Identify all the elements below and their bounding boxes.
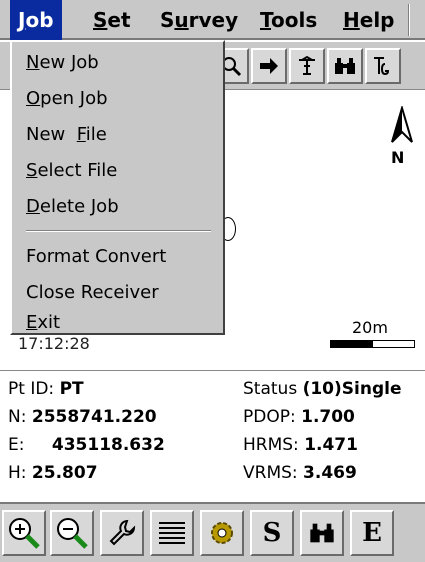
menu-tools-key: T [260, 8, 271, 32]
s-button[interactable]: S [250, 510, 294, 556]
menu-set[interactable]: Set [85, 0, 139, 40]
scale-bar [330, 340, 415, 348]
s-button-label: S [262, 518, 282, 548]
menu-tools-label: ools [271, 8, 318, 32]
menu-survey-pre: S [160, 8, 175, 32]
menu-tools[interactable]: Tools [252, 0, 325, 40]
menu-set-label: et [107, 8, 131, 32]
northing-value: 2558741.220 [31, 407, 157, 427]
menu-new-job-key: N [26, 52, 40, 73]
vrms-row: VRMS: 3.469 [243, 463, 357, 483]
vrms-value: 3.469 [303, 463, 357, 483]
binoculars-icon[interactable] [327, 48, 363, 84]
list-icon[interactable] [150, 510, 194, 556]
pt-id-row: Pt ID: PT [8, 379, 84, 399]
northing-label: N: [8, 407, 27, 427]
binoculars-icon[interactable] [300, 510, 344, 556]
menu-set-key: S [93, 8, 108, 32]
menu-exit[interactable]: Exit [26, 312, 60, 333]
pdop-label: PDOP: [243, 407, 296, 427]
menu-format-convert-label: Format Convert [26, 246, 167, 267]
menu-new-file[interactable]: New File [26, 124, 107, 145]
menu-survey-key: u [174, 8, 189, 32]
menu-exit-key: E [26, 312, 38, 333]
menu-format-convert[interactable]: Format Convert [26, 246, 166, 267]
menu-new-file-key: F [76, 124, 86, 145]
bottom-toolbar: S E [0, 502, 425, 562]
job-menu: New Job Open Job New File Select File De… [10, 40, 225, 335]
hrms-label: HRMS: [243, 435, 299, 455]
wrench-icon[interactable] [100, 510, 144, 556]
pdop-row: PDOP: 1.700 [243, 407, 355, 427]
menu-close-receiver[interactable]: Close Receiver [26, 282, 159, 303]
height-row: H: 25.807 [8, 463, 98, 483]
menu-help[interactable]: Help [335, 0, 403, 40]
arrow-right-icon[interactable] [251, 48, 287, 84]
vrms-label: VRMS: [243, 463, 298, 483]
menu-open-job[interactable]: Open Job [26, 88, 108, 109]
height-label: H: [8, 463, 27, 483]
menu-exit-label: xit [37, 312, 61, 333]
menu-survey-label: rvey [188, 8, 239, 32]
status-label: Status [243, 379, 298, 399]
menu-select-file[interactable]: Select File [26, 160, 117, 181]
hrms-value: 1.471 [304, 435, 358, 455]
easting-label: E: [8, 435, 25, 455]
menu-select-file-label: elect File [37, 160, 118, 181]
menu-delete-job-key: D [26, 196, 40, 217]
antenna-icon[interactable] [289, 48, 325, 84]
menu-delete-job-label: elete Job [39, 196, 119, 217]
hrms-row: HRMS: 1.471 [243, 435, 358, 455]
easting-row: E: 435118.632 [8, 435, 165, 455]
zoom-out-icon[interactable] [50, 510, 94, 556]
e-button-label: E [362, 518, 382, 548]
pt-id-label: Pt ID: [8, 379, 55, 399]
menu-help-key: H [343, 8, 360, 32]
menu-open-job-label: pen Job [40, 88, 108, 109]
menu-new-file-pre: New [26, 124, 77, 145]
menu-separator [26, 230, 211, 232]
tg-icon[interactable] [365, 48, 401, 84]
pdop-value: 1.700 [301, 407, 355, 427]
menu-bar-divider [408, 4, 410, 36]
height-value: 25.807 [31, 463, 98, 483]
menu-select-file-key: S [26, 160, 38, 181]
status-panel: Pt ID: PT Status (10)Single N: 2558741.2… [0, 370, 425, 500]
menu-bar: Job Set Survey Tools Help [0, 0, 425, 40]
map-timestamp: 17:12:28 [18, 334, 90, 353]
status-value: (10)Single [302, 379, 402, 399]
menu-open-job-key: O [26, 88, 41, 109]
pt-id-value: PT [59, 379, 84, 399]
e-button[interactable]: E [350, 510, 394, 556]
north-arrow-icon [390, 104, 414, 150]
menu-new-file-label: ile [85, 124, 107, 145]
north-label: N [391, 148, 405, 167]
menu-delete-job[interactable]: Delete Job [26, 196, 119, 217]
gear-icon[interactable] [200, 510, 244, 556]
northing-row: N: 2558741.220 [8, 407, 157, 427]
menu-survey[interactable]: Survey [152, 0, 246, 40]
zoom-in-icon[interactable] [2, 510, 46, 556]
menu-job-label: ob [25, 8, 54, 32]
easting-value: 435118.632 [51, 435, 165, 455]
status-row: Status (10)Single [243, 379, 401, 399]
menu-help-label: elp [359, 8, 395, 32]
menu-close-receiver-label: Close Receiver [26, 282, 159, 303]
menu-new-job-label: ew Job [39, 52, 99, 73]
menu-new-job[interactable]: New Job [26, 52, 99, 73]
menu-job[interactable]: Job [10, 0, 62, 40]
scale-label: 20m [352, 318, 388, 337]
